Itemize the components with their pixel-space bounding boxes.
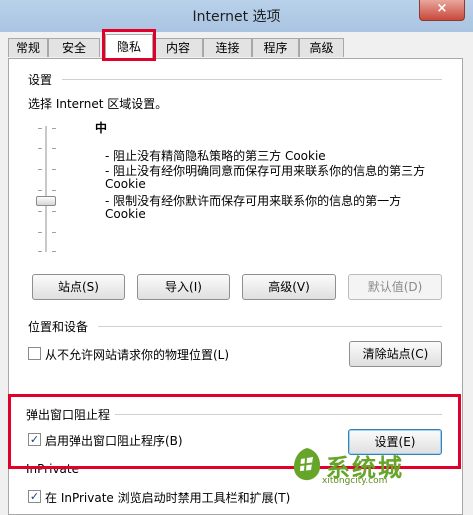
- never-allow-location-label: 从不允许网站请求你的物理位置(L): [45, 348, 230, 362]
- tab-security[interactable]: 安全: [48, 38, 100, 57]
- privacy-tab-highlight: [102, 29, 156, 61]
- disable-toolbars-checkbox[interactable]: ✓: [28, 490, 41, 503]
- sites-button[interactable]: 站点(S): [32, 274, 125, 300]
- level-description-line: - 限制没有经你默许而保存可用来联系你的信息的第一方: [105, 194, 402, 208]
- close-button[interactable]: ×: [419, 0, 465, 21]
- tab-advanced[interactable]: 高级: [299, 38, 344, 57]
- import-button[interactable]: 导入(I): [137, 274, 230, 300]
- privacy-slider-thumb[interactable]: [36, 196, 56, 206]
- level-description-line: - 阻止没有经你明确同意而保存可用来联系你的信息的第三方: [105, 164, 426, 178]
- tab-content[interactable]: 内容: [153, 38, 203, 57]
- clear-sites-button[interactable]: 清除站点(C): [349, 341, 442, 367]
- privacy-slider-track: [45, 126, 47, 252]
- slider-tick: [38, 148, 42, 149]
- disable-toolbars-label: 在 InPrivate 浏览启动时禁用工具栏和扩展(T): [45, 491, 291, 505]
- slider-tick: [38, 190, 42, 191]
- level-description-line: Cookie: [105, 177, 146, 191]
- advanced-button[interactable]: 高级(V): [242, 274, 336, 300]
- window-title: Internet 选项: [192, 9, 281, 25]
- slider-tick: [52, 169, 56, 170]
- settings-heading: 设置: [28, 73, 53, 87]
- slider-tick: [38, 232, 42, 233]
- settings-separator: [62, 79, 442, 80]
- never-allow-location-checkbox[interactable]: [28, 347, 41, 360]
- slider-tick: [52, 190, 56, 191]
- location-heading: 位置和设备: [28, 320, 89, 334]
- slider-tick: [38, 128, 42, 129]
- privacy-level: 中: [95, 121, 108, 135]
- tab-connections[interactable]: 连接: [203, 38, 252, 57]
- slider-tick: [38, 211, 42, 212]
- slider-tick: [52, 148, 56, 149]
- default-button[interactable]: 默认值(D): [348, 274, 442, 300]
- slider-tick: [38, 169, 42, 170]
- slider-tick: [38, 251, 42, 252]
- level-description-line: Cookie: [105, 207, 146, 221]
- slider-tick: [52, 251, 56, 252]
- tab-general[interactable]: 常规: [8, 38, 48, 57]
- site-watermark: 系统城 xitongcity.com: [290, 446, 440, 491]
- zone-prompt: 选择 Internet 区域设置。: [28, 97, 168, 111]
- slider-tick: [52, 232, 56, 233]
- slider-tick: [52, 128, 56, 129]
- watermark-site: xitongcity.com: [322, 476, 388, 486]
- title-bar: Internet 选项 ×: [0, 0, 473, 32]
- location-separator: [98, 326, 442, 327]
- watermark-logo-icon: [293, 448, 321, 481]
- tab-programs[interactable]: 程序: [252, 38, 299, 57]
- slider-tick: [52, 211, 56, 212]
